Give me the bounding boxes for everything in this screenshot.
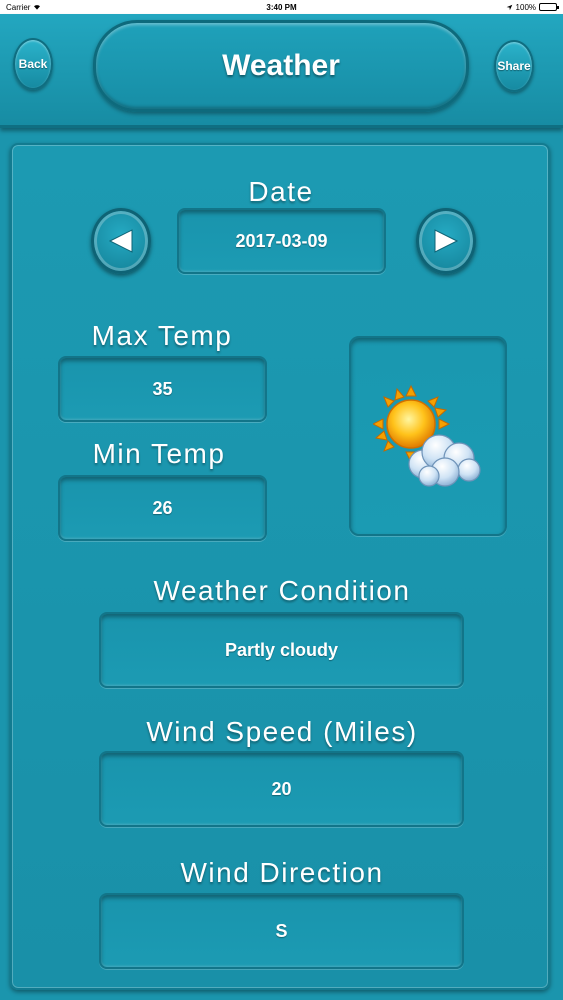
wind-direction-label: Wind Direction [180, 857, 384, 888]
back-button[interactable]: Back [13, 38, 53, 90]
min-temp-field[interactable]: 26 [58, 475, 267, 541]
max-temp-label: Max Temp [91, 320, 233, 351]
date-label: Date [248, 176, 314, 207]
wind-speed-field[interactable]: 20 [99, 751, 464, 827]
status-bar: Carrier 3:40 PM 100% [0, 0, 563, 14]
partly-cloudy-icon [373, 384, 481, 487]
arrow-right-icon [434, 229, 459, 253]
next-date-button[interactable] [416, 208, 476, 274]
location-arrow-icon [506, 4, 512, 10]
weather-condition-field[interactable]: Partly cloudy [99, 612, 464, 688]
previous-date-button[interactable] [91, 208, 151, 274]
wind-direction-field[interactable]: S [99, 893, 464, 969]
carrier-label: Carrier [6, 2, 31, 12]
header-bar: Back Weather Share [0, 14, 563, 128]
status-time: 3:40 PM [266, 2, 297, 12]
min-temp-label: Min Temp [92, 438, 226, 469]
weather-condition-label: Weather Condition [153, 575, 411, 606]
battery-icon [539, 3, 560, 11]
wind-speed-label: Wind Speed (Miles) [146, 716, 418, 747]
wifi-icon [34, 5, 41, 10]
date-field[interactable]: 2017-03-09 [177, 208, 386, 274]
share-button[interactable]: Share [494, 40, 534, 92]
battery-percent: 100% [515, 2, 537, 12]
max-temp-field[interactable]: 35 [58, 356, 267, 422]
page-title: Weather [93, 20, 469, 112]
weather-icon-box [349, 336, 507, 536]
arrow-left-icon [108, 229, 133, 253]
